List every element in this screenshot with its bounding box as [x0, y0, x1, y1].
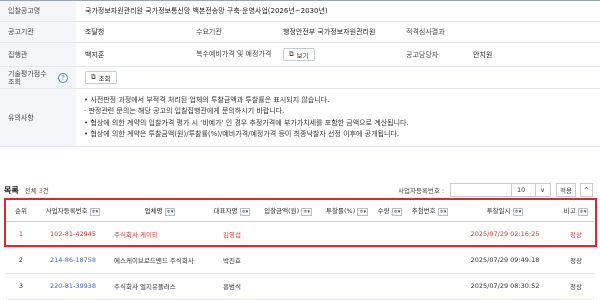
- notes-list: • 사전판정 과정에서 부적격 처리된 업체의 투찰금액과 투찰률은 표시되지 …: [76, 91, 409, 144]
- cell-company: 주식회사 케이티: [110, 221, 210, 248]
- sort-icon[interactable]: ≑▾: [357, 207, 368, 216]
- col-ceo[interactable]: 대표자명 ≑▾: [210, 200, 254, 222]
- cell-draw: [408, 221, 452, 248]
- cell-note: 정상: [558, 247, 594, 274]
- table-header-row: 순위 사업자등록번호 ≑▾ 업체명 ≑▾ 대표자명 ≑▾ 입찰금액(원) ≑▾ 투찰률(…: [6, 200, 594, 222]
- sort-icon[interactable]: ≑▾: [512, 207, 524, 216]
- cell-rank: 1: [6, 221, 36, 248]
- cell-amount: [254, 247, 322, 274]
- bid-title-value: 국가정보자원관리원 국가정보통신망 백본전송망 구축·운영사업(2026년~20…: [85, 7, 328, 15]
- demand-agency-value: 행정안전부 국가정보자원관리원: [283, 28, 376, 36]
- cell-amount: [254, 273, 322, 300]
- bid-info-panel: 입찰공고명 국가정보자원관리원 국가정보통신망 백본전송망 구축·운영사업(20…: [0, 0, 600, 147]
- cell-qty: [372, 273, 408, 300]
- view-price-button[interactable]: ⧉ 보기: [283, 48, 315, 61]
- result-table: 순위 사업자등록번호 ≑▾ 업체명 ≑▾ 대표자명 ≑▾ 입찰금액(원) ≑▾ 투찰률(…: [6, 200, 594, 300]
- sort-icon[interactable]: ≑▾: [437, 207, 449, 216]
- tech-score-lookup-button[interactable]: ⧉ 조회: [85, 71, 117, 84]
- biz-number-filter-label: 사업자등록번호 :: [398, 187, 445, 195]
- sort-icon[interactable]: ≑▾: [391, 207, 403, 216]
- cell-rate: [322, 273, 372, 300]
- chevron-down-icon: ∨: [540, 186, 545, 194]
- info-row-agency: 공고기관 조달청 수요기관 행정안전부 국가정보자원관리원 적격심사결과: [0, 22, 600, 43]
- external-link-icon: ⧉: [91, 73, 96, 81]
- external-link-icon: ⧉: [289, 50, 294, 58]
- note-item: • 협상에 의한 계약은 투찰금액(원)/투찰률(%)/예비가격/예정가격 등이…: [84, 129, 400, 138]
- info-row-notes: 유의사항 • 사전판정 과정에서 부적격 처리된 업체의 투찰금액과 투찰률은 …: [0, 89, 600, 147]
- demand-agency-label: 수요기관: [196, 27, 222, 36]
- table-row[interactable]: 1 102-81-42945 주식회사 케이티 김영섭 2025/07/29 0…: [6, 221, 594, 248]
- col-amount[interactable]: 입찰금액(원) ≑▾: [254, 200, 322, 222]
- cell-amount: [254, 221, 322, 248]
- info-row-officer: 집행관 백지훈 복수예비가격 및 예정가격 ⧉ 보기 공고담당자 안치원: [0, 43, 600, 67]
- sort-icon[interactable]: ≑▾: [577, 207, 589, 216]
- col-qty[interactable]: 수량 ≑▾: [372, 200, 408, 222]
- bid-title-label: 입찰공고명: [0, 1, 76, 21]
- cell-ceo: 김영섭: [210, 221, 254, 248]
- sort-icon[interactable]: ≑▾: [89, 207, 101, 216]
- cell-biz-no-link[interactable]: 214-86-18758: [36, 247, 110, 274]
- agency-label: 공고기관: [0, 22, 76, 42]
- page-size-select[interactable]: 10 ∨: [511, 183, 551, 197]
- cell-company: 에스케이브로드밴드 주식회사: [110, 247, 210, 274]
- help-icon[interactable]: ?: [58, 72, 68, 83]
- cell-note: 정상: [558, 273, 594, 300]
- col-note[interactable]: 비고 ≑▾: [558, 200, 594, 222]
- contact-label: 공고담당자: [406, 50, 439, 59]
- cell-ceo: 박진효: [210, 247, 254, 274]
- cell-date: 2025/07/29 02:16:25: [452, 221, 558, 248]
- officer-value: 백지훈: [85, 50, 105, 59]
- list-count: 전체 3건: [24, 187, 49, 195]
- note-item: · 판정관련 문의는 해당 공고의 입찰집행관에게 문의하시기 바랍니다.: [84, 107, 285, 116]
- col-biz-no[interactable]: 사업자등록번호 ≑▾: [36, 200, 110, 222]
- cell-ceo: 홍범식: [210, 273, 254, 300]
- note-item: • 협상에 의한 계약의 입찰가격 평가 시 '비예가' 인 경우 추정가격에 …: [84, 118, 409, 127]
- cell-biz-no-link[interactable]: 220-81-39938: [36, 273, 110, 300]
- eligibility-label: 적격심사결과: [406, 28, 445, 36]
- cell-draw: [408, 273, 452, 300]
- collapse-up-icon[interactable]: ^: [580, 183, 593, 197]
- col-date[interactable]: 투찰일시 ≑▾: [452, 200, 558, 222]
- sort-icon[interactable]: ≑▾: [239, 207, 251, 216]
- col-rank[interactable]: 순위: [6, 200, 36, 222]
- cell-qty: [372, 247, 408, 274]
- col-draw[interactable]: 추첨번호 ≑▾: [408, 200, 452, 222]
- table-row[interactable]: 2 214-86-18758 에스케이브로드밴드 주식회사 박진효 2025/0…: [6, 247, 594, 274]
- info-row-title: 입찰공고명 국가정보자원관리원 국가정보통신망 백본전송망 구축·운영사업(20…: [0, 1, 600, 22]
- sort-icon[interactable]: ≑▾: [301, 207, 312, 216]
- note-item: • 사전판정 과정에서 부적격 처리된 업체의 투찰금액과 투찰률은 표시되지 …: [84, 95, 330, 104]
- contact-value: 안치원: [473, 50, 493, 59]
- list-title: 목록: [4, 185, 19, 195]
- info-row-tech-score: 기술평가점수 조회? ⧉ 조회: [0, 67, 600, 89]
- cell-rank: 2: [6, 247, 36, 274]
- cell-date: 2025/07/29 08:30:52: [452, 273, 558, 300]
- cell-date: 2025/07/29 09:49:18: [452, 247, 558, 274]
- col-rate[interactable]: 투찰률(%) ≑▾: [322, 200, 372, 222]
- list-header: 목록 전체 3건 사업자등록번호 : 10 ∨ 적용 ^: [0, 182, 600, 198]
- notes-label: 유의사항: [0, 89, 76, 146]
- cell-rate: [322, 247, 372, 274]
- cell-note: 정상: [558, 221, 594, 248]
- agency-value: 조달청: [85, 28, 105, 36]
- col-company[interactable]: 업체명 ≑▾: [110, 200, 210, 222]
- officer-label: 집행관: [0, 43, 76, 66]
- cell-company: 주식회사 엘지유플러스: [110, 273, 210, 300]
- table-row[interactable]: 3 220-81-39938 주식회사 엘지유플러스 홍범식 2025/07/2…: [6, 273, 594, 300]
- cell-rank: 3: [6, 273, 36, 300]
- cell-rate: [322, 221, 372, 248]
- cell-biz-no-link[interactable]: 102-81-42945: [36, 221, 110, 248]
- cell-qty: [372, 221, 408, 248]
- tech-score-label: 기술평가점수 조회: [8, 69, 47, 86]
- apply-button[interactable]: 적용: [556, 183, 576, 197]
- cell-draw: [408, 247, 452, 274]
- price-label: 복수예비가격 및 예정가격: [196, 50, 272, 58]
- sort-icon[interactable]: ≑▾: [164, 207, 176, 216]
